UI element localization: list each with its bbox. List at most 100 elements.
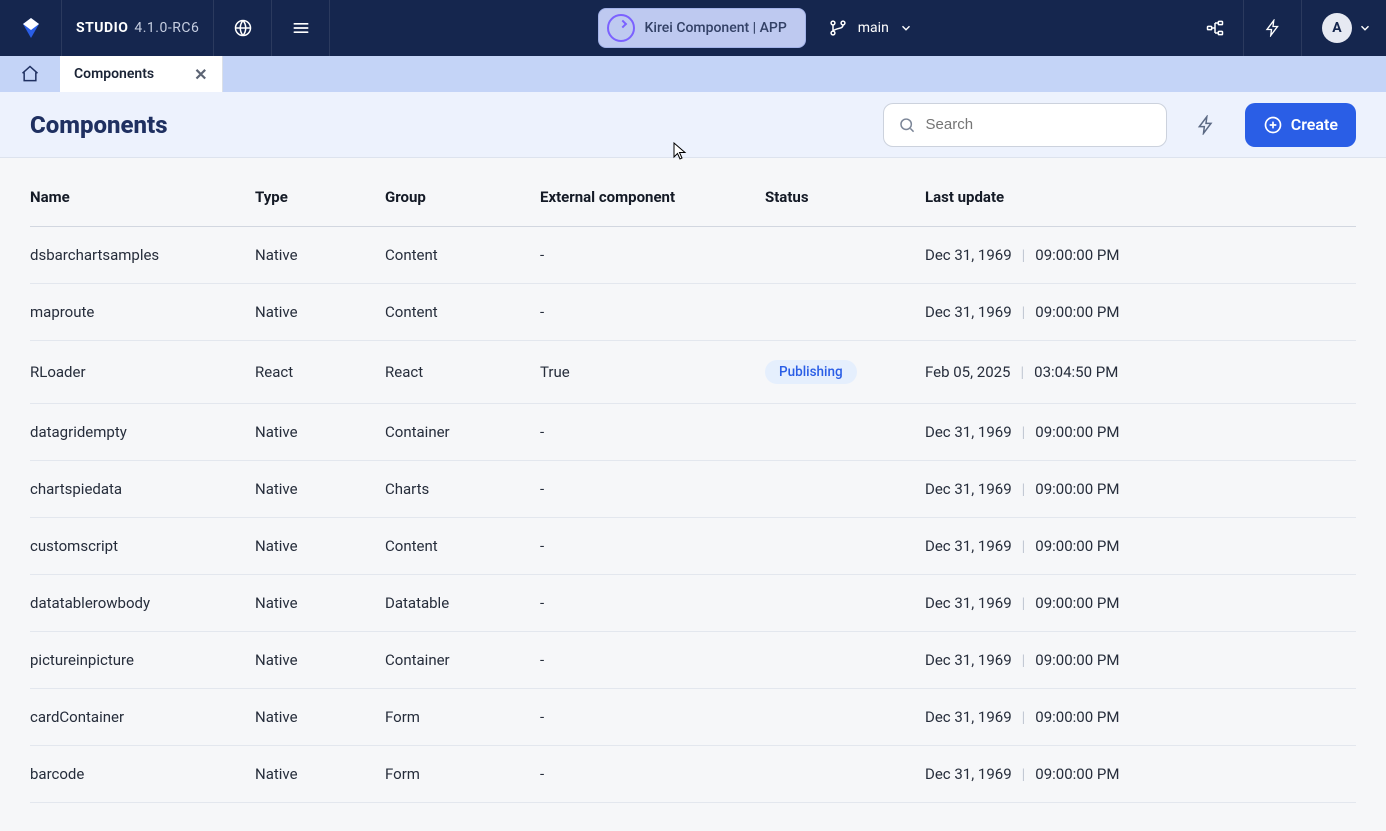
status-badge: Publishing — [765, 360, 857, 384]
home-icon — [20, 64, 40, 84]
plus-circle-icon — [1263, 115, 1283, 135]
table-row[interactable]: cardContainerNativeForm-Dec 31, 1969|09:… — [30, 689, 1356, 746]
tabstrip: Components ✕ — [0, 56, 1386, 92]
cell-name: maproute — [30, 284, 255, 341]
menu-button[interactable] — [272, 0, 330, 56]
cell-type: Native — [255, 404, 385, 461]
branch-icon — [828, 18, 848, 38]
page-header: Components Create — [0, 92, 1386, 158]
cell-external: True — [540, 341, 765, 404]
bolt-icon — [1196, 115, 1216, 135]
cell-group: Content — [385, 227, 540, 284]
cell-type: Native — [255, 284, 385, 341]
cell-update: Feb 05, 2025|03:04:50 PM — [925, 341, 1356, 404]
chevron-down-icon — [1358, 21, 1372, 35]
tab-close-icon[interactable]: ✕ — [194, 65, 207, 84]
app-version: 4.1.0-RC6 — [134, 20, 199, 36]
cell-update: Dec 31, 1969|09:00:00 PM — [925, 518, 1356, 575]
cell-external: - — [540, 746, 765, 803]
cell-update: Dec 31, 1969|09:00:00 PM — [925, 746, 1356, 803]
cell-name: RLoader — [30, 341, 255, 404]
home-button[interactable] — [0, 56, 60, 92]
th-type[interactable]: Type — [255, 176, 385, 227]
project-logo-icon — [607, 14, 635, 42]
th-name[interactable]: Name — [30, 176, 255, 227]
cell-name: cardContainer — [30, 689, 255, 746]
cell-update: Dec 31, 1969|09:00:00 PM — [925, 575, 1356, 632]
cell-name: customscript — [30, 518, 255, 575]
cell-external: - — [540, 689, 765, 746]
cell-type: Native — [255, 227, 385, 284]
th-status[interactable]: Status — [765, 176, 925, 227]
cell-group: React — [385, 341, 540, 404]
cell-group: Charts — [385, 461, 540, 518]
cell-status — [765, 227, 925, 284]
branch-label: main — [858, 20, 889, 36]
branch-selector[interactable]: main — [822, 18, 919, 38]
tab-components[interactable]: Components ✕ — [60, 56, 223, 92]
create-button[interactable]: Create — [1245, 103, 1356, 147]
search-input[interactable] — [926, 116, 1152, 133]
cell-external: - — [540, 575, 765, 632]
topbar: STUDIO 4.1.0-RC6 Kirei Component | APP m… — [0, 0, 1386, 56]
th-update[interactable]: Last update — [925, 176, 1356, 227]
cell-group: Form — [385, 689, 540, 746]
table-row[interactable]: customscriptNativeContent-Dec 31, 1969|0… — [30, 518, 1356, 575]
cell-type: Native — [255, 746, 385, 803]
th-group[interactable]: Group — [385, 176, 540, 227]
app-logo[interactable] — [0, 0, 62, 56]
bolt-button-top[interactable] — [1244, 0, 1302, 56]
table-row[interactable]: pictureinpictureNativeContainer-Dec 31, … — [30, 632, 1356, 689]
table-row[interactable]: barcodeNativeForm-Dec 31, 1969|09:00:00 … — [30, 746, 1356, 803]
cell-type: Native — [255, 461, 385, 518]
table-row[interactable]: datagridemptyNativeContainer- Dec 31, 196… — [30, 404, 1356, 461]
cell-name: chartspiedata — [30, 461, 255, 518]
cell-update: Dec 31, 1969|09:00:00 PM — [925, 284, 1356, 341]
th-ext[interactable]: External component — [540, 176, 765, 227]
cell-status — [765, 575, 925, 632]
cell-name: barcode — [30, 746, 255, 803]
bolt-icon — [1264, 19, 1282, 37]
cell-external: - — [540, 632, 765, 689]
chevron-down-icon — [899, 21, 913, 35]
create-label: Create — [1291, 115, 1338, 134]
globe-button[interactable] — [214, 0, 272, 56]
tab-label: Components — [74, 66, 154, 82]
cell-group: Content — [385, 518, 540, 575]
cell-group: Container — [385, 404, 540, 461]
tree-button[interactable] — [1186, 0, 1244, 56]
cell-type: React — [255, 341, 385, 404]
cell-status — [765, 746, 925, 803]
cell-external: - — [540, 461, 765, 518]
search-box[interactable] — [883, 103, 1167, 147]
user-menu[interactable]: A — [1302, 0, 1386, 56]
cell-name: pictureinpicture — [30, 632, 255, 689]
cell-external: - — [540, 284, 765, 341]
project-pill-label: Kirei Component | APP — [645, 20, 787, 36]
avatar: A — [1322, 13, 1352, 43]
cell-update: Dec 31, 1969|09:00:00 PM — [925, 404, 1356, 461]
table-row[interactable]: maprouteNativeContent- Dec 31, 1969|09:00… — [30, 284, 1356, 341]
table-row[interactable]: chartspiedataNativeCharts-Dec 31, 1969|0… — [30, 461, 1356, 518]
table-row[interactable]: RLoaderReactReactTruePublishingFeb 05, 2… — [30, 341, 1356, 404]
table-row[interactable]: dsbarchartsamplesNativeContent-Dec 31, 1… — [30, 227, 1356, 284]
project-pill[interactable]: Kirei Component | APP — [598, 8, 806, 48]
cell-update: Dec 31, 1969|09:00:00 PM — [925, 689, 1356, 746]
cell-group: Container — [385, 632, 540, 689]
globe-icon — [233, 18, 253, 38]
app-name: STUDIO 4.1.0-RC6 — [62, 0, 214, 56]
quick-action-button[interactable] — [1187, 106, 1225, 144]
cell-external: - — [540, 404, 765, 461]
cell-external: - — [540, 518, 765, 575]
cell-name: datagridempty — [30, 404, 255, 461]
cell-status — [765, 518, 925, 575]
cell-name: dsbarchartsamples — [30, 227, 255, 284]
cell-type: Native — [255, 575, 385, 632]
menu-icon — [291, 18, 311, 38]
components-table-wrap: Name Type Group External component Statu… — [0, 158, 1386, 803]
cell-group: Content — [385, 284, 540, 341]
cell-status — [765, 632, 925, 689]
cell-status — [765, 689, 925, 746]
page-title: Components — [30, 111, 168, 139]
table-row[interactable]: datatablerowbodyNativeDatatable-Dec 31, … — [30, 575, 1356, 632]
